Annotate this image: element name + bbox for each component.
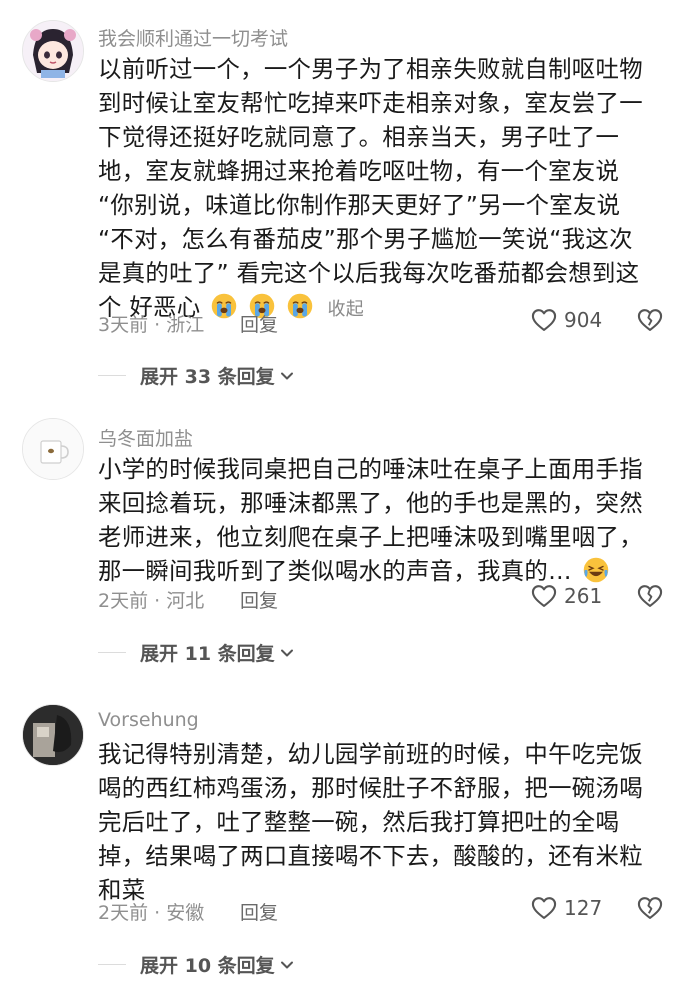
expand-replies-button[interactable]: 展开 11 条回复	[98, 639, 295, 666]
reply-button[interactable]: 回复	[240, 310, 278, 337]
like-button[interactable]: 261	[530, 582, 602, 610]
broken-heart-icon	[636, 894, 664, 922]
comment-line: 掉，结果喝了两口直接喝不下去，酸酸的，还有米粒	[98, 842, 643, 870]
comment-line: 到时候让室友帮忙吃掉来吓走相亲对象，室友尝了一	[98, 89, 643, 117]
broken-heart-icon	[636, 582, 664, 610]
avatar[interactable]	[22, 704, 84, 766]
loudly-crying-emoji-icon	[210, 292, 238, 320]
username[interactable]: 我会顺利通过一切考试	[98, 24, 288, 51]
comment-text: 我记得特别清楚，幼儿园学前班的时候，中午吃完饭 喝的西红柿鸡蛋汤，那时候肚子不舒…	[98, 737, 668, 907]
comment-text: 小学的时候我同桌把自己的唾沫吐在桌子上面用手指 来回捻着玩，那唾沫都黑了，他的手…	[98, 452, 668, 588]
comment-line: 来回捻着玩，那唾沫都黑了，他的手也是黑的，突然	[98, 489, 643, 517]
chevron-down-icon	[279, 645, 295, 661]
username[interactable]: Vorsehung	[98, 709, 199, 731]
comment-line: 是真的吐了” 看完这个以后我每次吃番茄都会想到这	[98, 259, 640, 287]
username[interactable]: 乌冬面加盐	[98, 424, 193, 451]
divider	[98, 963, 126, 966]
comment-line: 老师进来，他立刻爬在桌子上把唾沫吸到嘴里咽了，	[98, 523, 643, 551]
comment-line: 小学的时候我同桌把自己的唾沫吐在桌子上面用手指	[98, 455, 643, 483]
comment-line: 那一瞬间我听到了类似喝水的声音，我真的…	[98, 557, 572, 585]
expand-replies-label: 展开 11 条回复	[140, 643, 275, 665]
expand-replies-button[interactable]: 展开 33 条回复	[98, 362, 295, 389]
like-count: 904	[564, 308, 603, 332]
comment-line: “你别说，味道比你制作那天更好了”另一个室友说	[98, 191, 621, 219]
comment-line: 完后吐了，吐了整整一碗，然后我打算把吐的全喝	[98, 808, 620, 836]
heart-icon	[530, 894, 558, 922]
time-location: 2天前 · 河北	[98, 590, 205, 612]
divider	[98, 374, 126, 377]
dislike-button[interactable]	[636, 306, 664, 338]
heart-icon	[530, 306, 558, 334]
broken-heart-icon	[636, 306, 664, 334]
like-button[interactable]: 904	[530, 306, 602, 334]
expand-replies-button[interactable]: 展开 10 条回复	[98, 951, 295, 978]
comment-text: 以前听过一个，一个男子为了相亲失败就自制呕吐物 到时候让室友帮忙吃掉来吓走相亲对…	[98, 52, 668, 327]
reply-button[interactable]: 回复	[240, 586, 278, 613]
like-button[interactable]: 127	[530, 894, 602, 922]
tears-of-joy-emoji-icon	[582, 556, 610, 584]
mug-avatar-icon	[23, 419, 83, 479]
heart-icon	[530, 582, 558, 610]
chevron-down-icon	[279, 957, 295, 973]
expand-replies-label: 展开 10 条回复	[140, 955, 275, 977]
collapse-link[interactable]: 收起	[328, 299, 365, 320]
time-location: 3天前 · 浙江	[98, 314, 205, 336]
dislike-button[interactable]	[636, 894, 664, 926]
comment-line: 下觉得还挺好吃就同意了。相亲当天，男子吐了一	[98, 123, 620, 151]
time-location: 2天前 · 安徽	[98, 902, 205, 924]
divider	[98, 651, 126, 654]
comment-line: “不对，怎么有番茄皮”那个男子尴尬一笑说“我这次	[98, 225, 633, 253]
reply-button[interactable]: 回复	[240, 898, 278, 925]
dislike-button[interactable]	[636, 582, 664, 614]
comment-line: 以前听过一个，一个男子为了相亲失败就自制呕吐物	[98, 55, 643, 83]
avatar[interactable]	[22, 20, 84, 82]
like-count: 127	[564, 896, 603, 920]
comment-line: 我记得特别清楚，幼儿园学前班的时候，中午吃完饭	[98, 740, 643, 768]
comment-line: 喝的西红柿鸡蛋汤，那时候肚子不舒服，把一碗汤喝	[98, 774, 643, 802]
chevron-down-icon	[279, 368, 295, 384]
dark-photo-avatar-icon	[23, 705, 83, 765]
comment-line: 地，室友就蜂拥过来抢着吃呕吐物，有一个室友说	[98, 157, 620, 185]
avatar[interactable]	[22, 418, 84, 480]
expand-replies-label: 展开 33 条回复	[140, 366, 275, 388]
like-count: 261	[564, 584, 603, 608]
anime-avatar-icon	[23, 21, 83, 81]
loudly-crying-emoji-icon	[286, 292, 314, 320]
